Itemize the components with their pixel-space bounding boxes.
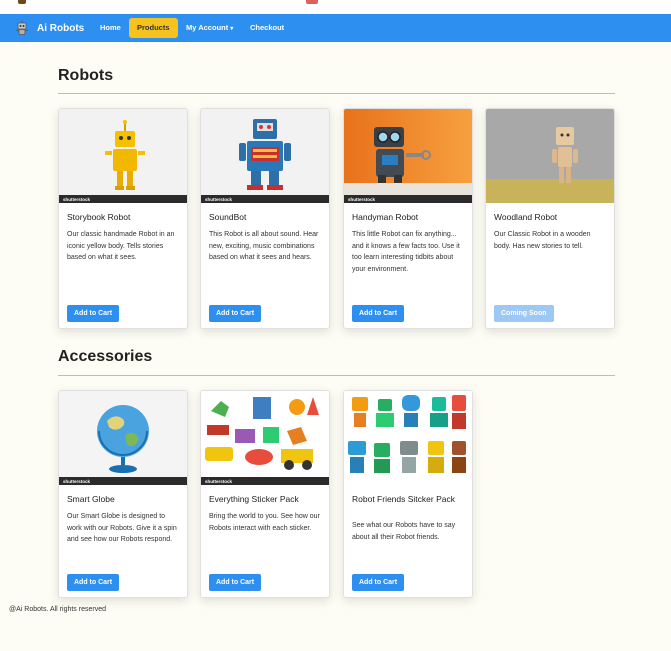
product-card-everything-sticker-pack: shutterstock Everything Sticker Pack Bri… <box>200 390 330 598</box>
product-title: Handyman Robot <box>352 212 419 222</box>
section-title-robots: Robots <box>58 67 114 84</box>
coming-soon-button[interactable]: Coming Soon <box>494 305 554 322</box>
brand[interactable]: Ai Robots <box>13 20 84 36</box>
section-divider <box>58 93 615 94</box>
product-card-handyman-robot: shutterstock Handyman Robot This little … <box>343 108 473 329</box>
product-description: See what our Robots have to say about al… <box>352 522 456 541</box>
product-card-storybook-robot: shutterstock Storybook Robot Our classic… <box>58 108 188 329</box>
add-to-cart-button[interactable]: Add to Cart <box>352 574 405 591</box>
navbar: Ai Robots Home Products My Account ▾ Chec… <box>0 14 671 42</box>
watermark-text: shutterstock <box>205 197 233 202</box>
product-description: Bring the world to you. See how our Robo… <box>209 513 320 532</box>
watermark-text: shutterstock <box>63 197 91 202</box>
product-image <box>486 109 614 203</box>
product-image: shutterstock <box>59 391 187 485</box>
watermark-text: shutterstock <box>63 479 91 484</box>
product-image <box>344 391 472 485</box>
add-to-cart-button[interactable]: Add to Cart <box>209 305 262 322</box>
product-image: shutterstock <box>201 391 329 485</box>
add-to-cart-button[interactable]: Add to Cart <box>209 574 262 591</box>
product-image: shutterstock <box>344 109 472 203</box>
product-title: Smart Globe <box>67 494 115 504</box>
add-to-cart-button[interactable]: Add to Cart <box>67 574 120 591</box>
caret-down-icon: ▾ <box>230 26 234 32</box>
product-image: shutterstock <box>201 109 329 203</box>
product-description: This Robot is all about sound. Hear new,… <box>209 231 319 261</box>
browser-top-strip <box>0 0 671 15</box>
nav-home[interactable]: Home <box>92 18 129 38</box>
product-card-soundbot: shutterstock SoundBot This Robot is all … <box>200 108 330 329</box>
brand-name: Ai Robots <box>37 22 85 34</box>
product-title: Storybook Robot <box>67 212 131 222</box>
nav-my-account-label: My Account <box>186 23 229 32</box>
product-title: Everything Sticker Pack <box>209 494 299 504</box>
product-card-robot-friends-sticker-pack: Robot Friends Sitcker Pack See what our … <box>343 390 473 598</box>
nav-products[interactable]: Products <box>129 18 178 38</box>
section-title-accessories: Accessories <box>58 348 153 365</box>
watermark-text: shutterstock <box>348 197 376 202</box>
footer-copyright: @Ai Robots. All rights reserved <box>9 606 106 613</box>
tab-favicon-icon <box>18 0 26 4</box>
nav-my-account[interactable]: My Account ▾ <box>178 18 241 38</box>
product-card-woodland-robot: Woodland Robot Our Classic Robot in a wo… <box>485 108 615 329</box>
product-card-smart-globe: shutterstock Smart Globe Our Smart Globe… <box>58 390 188 598</box>
product-title: Robot Friends Sitcker Pack <box>352 494 455 504</box>
product-description: Our Classic Robot in a wooden body. Has … <box>494 231 591 250</box>
product-description: Our classic handmade Robot in an iconic … <box>67 231 175 261</box>
watermark-text: shutterstock <box>205 479 233 484</box>
section-divider <box>58 375 615 376</box>
add-to-cart-button[interactable]: Add to Cart <box>67 305 120 322</box>
product-title: SoundBot <box>209 212 247 222</box>
product-title: Woodland Robot <box>494 212 558 222</box>
product-description: This little Robot can fix anything... an… <box>352 231 460 273</box>
tab-badge-icon <box>306 0 318 4</box>
add-to-cart-button[interactable]: Add to Cart <box>352 305 405 322</box>
product-image: shutterstock <box>59 109 187 203</box>
robot-logo-icon <box>15 20 29 35</box>
nav-checkout[interactable]: Checkout <box>242 18 292 38</box>
product-description: Our Smart Globe is designed to work with… <box>67 513 177 543</box>
